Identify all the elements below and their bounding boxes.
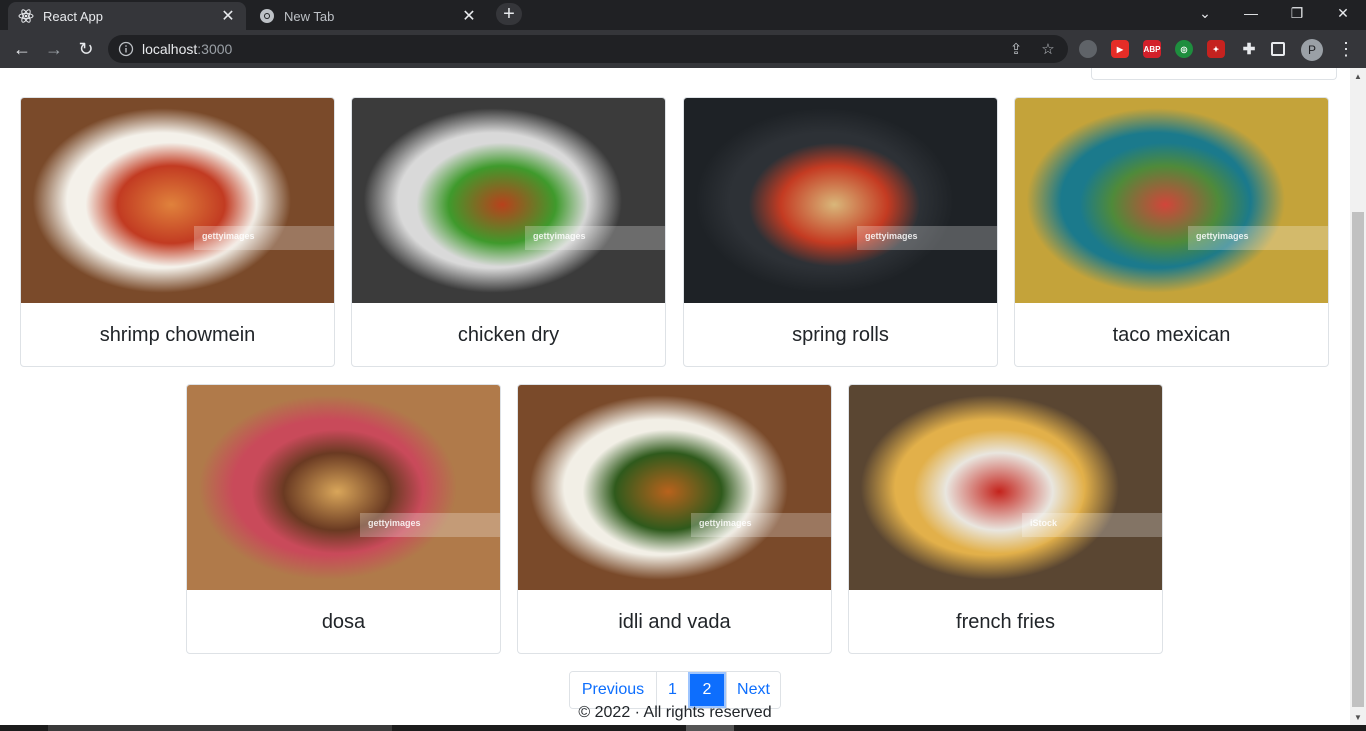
product-card[interactable]: gettyimages idli and vada (517, 384, 832, 654)
scroll-down-arrow-icon[interactable]: ▼ (1350, 709, 1366, 725)
forward-arrow-icon[interactable]: → (42, 37, 66, 61)
close-tab-icon[interactable]: ✕ (461, 8, 477, 25)
tab-react-app[interactable]: React App ✕ (8, 2, 246, 30)
search-input[interactable] (1091, 68, 1337, 80)
product-name: chicken dry (457, 323, 560, 346)
product-card[interactable]: iStock french fries (848, 384, 1163, 654)
product-image: gettyimages (352, 98, 665, 303)
close-tab-icon[interactable]: ✕ (220, 8, 236, 25)
scroll-up-arrow-icon[interactable]: ▲ (1350, 68, 1366, 84)
product-name: idli and vada (618, 610, 731, 633)
page-2-button[interactable]: 2 (688, 672, 726, 708)
url-text: localhost:3000 (142, 41, 233, 57)
adblock-plus-icon[interactable]: ABP (1143, 40, 1161, 58)
stock-watermark: gettyimages (857, 226, 997, 250)
product-name: shrimp chowmein (99, 323, 256, 346)
product-image: gettyimages (187, 385, 500, 590)
restore-button[interactable]: ❐ (1274, 0, 1320, 26)
product-card[interactable]: gettyimages taco mexican (1014, 97, 1329, 367)
product-name: taco mexican (1112, 323, 1231, 346)
stock-watermark: gettyimages (691, 513, 831, 537)
product-card[interactable]: gettyimages shrimp chowmein (20, 97, 335, 367)
footer-copyright: © 2022 · All rights reserved (578, 704, 772, 721)
profile-avatar[interactable]: P (1301, 39, 1323, 61)
back-arrow-icon[interactable]: ← (10, 37, 34, 61)
page-1-button[interactable]: 1 (656, 672, 688, 708)
browser-toolbar: ← → ↻ localhost:3000 ⇪ ☆ ▶ ABP ◎ ✦ ✚ P ⋮ (0, 30, 1366, 68)
product-name: spring rolls (792, 323, 889, 346)
tab-title: New Tab (284, 8, 335, 24)
os-taskbar (0, 725, 1366, 731)
new-tab-button[interactable]: + (496, 3, 522, 25)
tab-search-dropdown-icon[interactable]: ⌄ (1182, 0, 1228, 26)
product-name: french fries (956, 610, 1055, 633)
minimize-button[interactable]: — (1228, 0, 1274, 26)
address-bar[interactable]: localhost:3000 ⇪ ☆ (108, 35, 1068, 63)
target-extension-icon[interactable]: ◎ (1175, 40, 1193, 58)
page-viewport: gettyimages shrimp chowmein gettyimages chi… (0, 68, 1350, 725)
window-close-button[interactable]: ✕ (1320, 0, 1366, 26)
product-image: gettyimages (684, 98, 997, 303)
react-favicon-icon (18, 9, 34, 23)
bookmark-star-icon[interactable]: ☆ (1040, 41, 1056, 58)
product-image: gettyimages (1015, 98, 1328, 303)
share-icon[interactable]: ⇪ (1008, 41, 1024, 58)
tab-title: React App (43, 8, 103, 24)
more-menu-icon[interactable]: ⋮ (1334, 37, 1358, 61)
product-card[interactable]: gettyimages dosa (186, 384, 501, 654)
stock-watermark: gettyimages (525, 226, 665, 250)
stock-watermark: gettyimages (194, 226, 334, 250)
product-card[interactable]: gettyimages chicken dry (351, 97, 666, 367)
tab-new-tab[interactable]: New Tab ✕ (249, 2, 487, 30)
product-image: iStock (849, 385, 1162, 590)
previous-page-button[interactable]: Previous (570, 672, 656, 708)
stock-watermark: gettyimages (1188, 226, 1328, 250)
red-extension-icon[interactable]: ✦ (1207, 40, 1225, 58)
browser-tab-strip: React App ✕ New Tab ✕ + ⌄ — ❐ ✕ (0, 0, 1366, 30)
stock-watermark: gettyimages (360, 513, 500, 537)
product-name: dosa (321, 610, 366, 633)
video-extension-icon[interactable]: ▶ (1111, 40, 1129, 58)
reload-icon[interactable]: ↻ (74, 37, 98, 61)
extensions-puzzle-icon[interactable]: ✚ (1240, 40, 1258, 58)
scrollbar-thumb[interactable] (1352, 212, 1364, 707)
stock-watermark: iStock (1022, 513, 1162, 537)
owl-extension-icon[interactable] (1079, 40, 1097, 58)
chrome-favicon-icon (260, 9, 274, 23)
product-card[interactable]: gettyimages spring rolls (683, 97, 998, 367)
next-page-button[interactable]: Next (726, 672, 780, 708)
side-panel-icon[interactable] (1271, 42, 1285, 56)
product-image: gettyimages (518, 385, 831, 590)
product-image: gettyimages (21, 98, 334, 303)
site-info-icon[interactable] (118, 41, 134, 57)
page-scrollbar[interactable]: ▲ ▼ (1350, 68, 1366, 725)
